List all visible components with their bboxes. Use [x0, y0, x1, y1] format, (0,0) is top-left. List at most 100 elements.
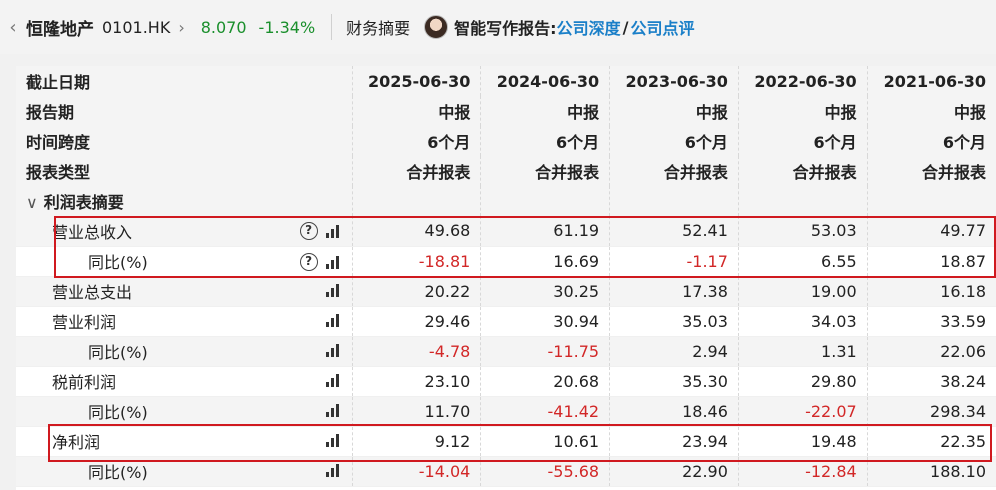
help-circle-icon[interactable]: ?: [299, 222, 318, 240]
bar-chart-icon[interactable]: [325, 313, 342, 327]
value-cell: 188.10: [866, 456, 996, 487]
value-cell: 34.03: [737, 306, 868, 337]
row-icons: [325, 283, 342, 297]
value-cell: 10.61: [480, 426, 610, 457]
header-row: 截止日期 2025-06-30 2024-06-30 2023-06-30 2022-0…: [16, 66, 996, 96]
link-company-review[interactable]: 公司点评: [630, 15, 694, 39]
value-cell: 1.31: [737, 336, 868, 367]
bar-chart-icon[interactable]: [325, 403, 342, 417]
value-cell: 20.22: [351, 276, 481, 307]
section-label: 财务摘要: [346, 19, 411, 38]
report-label: 智能写作报告:: [454, 19, 557, 38]
bar-chart-icon[interactable]: [325, 433, 342, 447]
collapse-caret-icon[interactable]: ∨: [26, 193, 38, 212]
bar-chart-icon[interactable]: [325, 373, 342, 387]
value-cell: 9.12: [351, 426, 481, 457]
stock-code: 0101.HK: [102, 17, 171, 37]
header-value: 2021-06-30: [866, 66, 996, 96]
section-row[interactable]: ∨ 利润表摘要: [16, 186, 996, 216]
row-label-cell: 同比(%)?: [16, 246, 353, 277]
row-icons: ?: [299, 252, 342, 271]
row-icons: [325, 343, 342, 357]
chevron-right-icon[interactable]: ›: [178, 18, 184, 37]
value-cell: 38.24: [866, 366, 996, 397]
row-label: 同比(%): [88, 403, 148, 422]
header-label: 报表类型: [16, 156, 353, 186]
value-cell: 18.87: [866, 246, 996, 277]
section-title-cell[interactable]: ∨ 利润表摘要: [16, 186, 353, 216]
row-label-cell: 营业总支出: [16, 276, 353, 307]
bar-chart-icon[interactable]: [325, 283, 342, 297]
header-value: 6个月: [866, 126, 996, 156]
price-change: -1.34%: [258, 17, 316, 37]
header-row: 报告期 中报 中报 中报 中报 中报: [16, 96, 996, 126]
divider: [331, 14, 333, 40]
header-value: 合并报表: [866, 156, 996, 186]
row-icons: [325, 433, 342, 447]
value-cell: 6.55: [737, 246, 868, 277]
header-row: 报表类型 合并报表 合并报表 合并报表 合并报表 合并报表: [16, 156, 996, 186]
row-label-cell: 同比(%): [16, 336, 353, 367]
bar-chart-icon[interactable]: [325, 255, 342, 269]
row-icons: [325, 373, 342, 387]
value-cell: 53.03: [737, 216, 868, 247]
bar-chart-icon[interactable]: [325, 224, 342, 238]
row-label-cell: 净利润: [16, 426, 353, 457]
header-value: 中报: [480, 96, 610, 126]
header-value: 合并报表: [737, 156, 868, 186]
header-value: 中报: [866, 96, 996, 126]
link-company-deep[interactable]: 公司深度: [557, 15, 621, 39]
value-cell: 49.68: [351, 216, 481, 247]
header-value: 6个月: [737, 126, 868, 156]
value-cell: 52.41: [609, 216, 739, 247]
header-value: 2024-06-30: [480, 66, 610, 96]
link-separator: /: [622, 17, 629, 37]
value-cell: 298.34: [866, 396, 996, 427]
value-cell: -22.07: [737, 396, 868, 427]
value-cell: -4.78: [351, 336, 481, 367]
value-cell: 35.30: [609, 366, 739, 397]
value-cell: 16.69: [480, 246, 610, 277]
value-cell: 29.80: [737, 366, 868, 397]
table-row: 同比(%) 11.70 -41.42 18.46 -22.07 298.34: [16, 396, 996, 427]
value-cell: 49.77: [866, 216, 996, 247]
value-cell: 23.94: [609, 426, 739, 457]
back-chevron-icon[interactable]: ‹: [2, 17, 24, 38]
help-circle-icon[interactable]: ?: [299, 252, 318, 271]
value-cell: -12.84: [737, 456, 868, 487]
row-label: 同比(%): [88, 463, 148, 482]
header-value: 2025-06-30: [351, 66, 481, 96]
row-label-cell: 营业总收入?: [16, 216, 353, 247]
stock-name: 恒隆地产: [26, 19, 94, 40]
empty-cell: [737, 186, 868, 216]
header-label: 时间跨度: [16, 126, 353, 156]
row-label: 税前利润: [52, 373, 117, 392]
empty-cell: [351, 186, 481, 216]
header-label: 报告期: [16, 96, 353, 126]
quote-header: ‹ 恒隆地产 0101.HK › 8.070 -1.34% 财务摘要 智能写作报…: [0, 0, 996, 54]
header-value: 2022-06-30: [737, 66, 868, 96]
value-cell: -1.17: [609, 246, 739, 277]
bar-chart-icon[interactable]: [325, 463, 342, 477]
table-row: 净利润 9.12 10.61 23.94 19.48 22.35: [16, 426, 996, 457]
row-label: 同比(%): [88, 253, 148, 272]
value-cell: 16.18: [866, 276, 996, 307]
value-cell: -55.68: [480, 456, 610, 487]
value-cell: 22.90: [609, 456, 739, 487]
bar-chart-icon[interactable]: [325, 343, 342, 357]
header-label: 截止日期: [16, 66, 353, 96]
value-cell: 23.10: [351, 366, 481, 397]
header-value: 6个月: [609, 126, 739, 156]
row-label: 营业总收入: [52, 222, 133, 242]
value-cell: 30.94: [480, 306, 610, 337]
empty-cell: [866, 186, 996, 216]
row-label: 净利润: [52, 433, 101, 452]
header-value: 中报: [737, 96, 868, 126]
header-value: 中报: [609, 96, 739, 126]
header-value: 合并报表: [480, 156, 610, 186]
value-cell: 33.59: [866, 306, 996, 337]
value-cell: 19.00: [737, 276, 868, 307]
row-icons: [325, 313, 342, 327]
table-row: 同比(%)? -18.81 16.69 -1.17 6.55 18.87: [16, 246, 996, 277]
value-cell: 61.19: [480, 216, 610, 247]
